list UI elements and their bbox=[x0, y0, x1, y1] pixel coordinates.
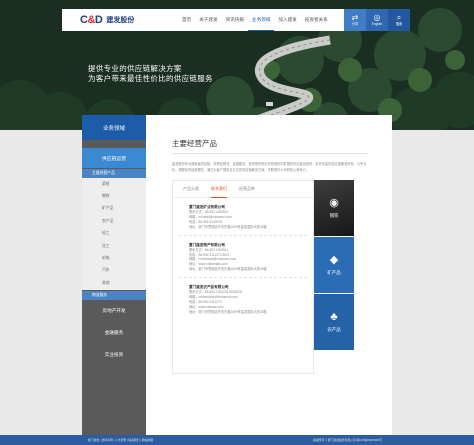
main-content: 主要经营产品 建发股份作为国家级供应链、商贸及物流、金融服务、投资等多种业务领域… bbox=[172, 138, 372, 173]
sidebar-item-supply-chain[interactable]: 供应链运营 bbox=[82, 148, 146, 168]
category-label: 矿产品 bbox=[327, 270, 341, 275]
share-icon: ⇄ bbox=[351, 13, 359, 22]
tab-bar: 产品分类 联系我们 经营品种 bbox=[173, 181, 313, 198]
company-address: 地址：厦门市思明区环岛东路1699号建发国际大厦25楼 bbox=[189, 309, 267, 314]
main-nav: 首页 关于建发 资讯快报 业务领域 加入建发 投资者关系 bbox=[178, 9, 332, 31]
share-label: 分享 bbox=[351, 22, 359, 26]
nav-item-investors[interactable]: 投资者关系 bbox=[301, 9, 332, 31]
sidebar-product-list: 浆纸 钢铁 矿产品 农产品 轻工 化工 机电 汽车 其他 bbox=[82, 178, 146, 290]
sidebar-item-real-estate[interactable]: 房地产开发 bbox=[82, 300, 146, 322]
tab-product-category[interactable]: 产品分类 bbox=[183, 181, 199, 197]
company-address: 地址：厦门市思明区环岛东路1699号建发国际大厦26楼 bbox=[189, 267, 267, 272]
logo-mark: C&D bbox=[80, 14, 103, 26]
nav-item-about[interactable]: 关于建发 bbox=[195, 9, 221, 31]
category-agriculture[interactable]: ♣ 农产品 bbox=[314, 294, 354, 350]
list-item: 厦门建发物产有限公司 联系方式：86-592-2263911 传真：86-592… bbox=[179, 236, 307, 279]
hero-slogan-line-1: 提供专业的供应链解决方案 bbox=[88, 64, 182, 73]
footer: 厦门建发 | 法律声明 | 人才招聘 | 联系我们 | 网站地图 版权所有 © … bbox=[0, 435, 474, 445]
top-nav-bar: C&D 建发股份 首页 关于建发 资讯快报 业务领域 加入建发 投资者关系 ⇄ … bbox=[62, 9, 410, 31]
category-label: 钢铁 bbox=[329, 213, 339, 218]
intro-text: 建发股份作为国家级供应链、商贸及物流、金融服务、投资等多种业务领域协同发展的供应… bbox=[172, 162, 367, 172]
sidebar-item-product[interactable]: 矿产品 bbox=[82, 203, 146, 215]
page-title: 主要经营产品 bbox=[172, 139, 217, 148]
category-mineral[interactable]: ◆ 矿产品 bbox=[314, 237, 354, 293]
footer-copyright: 版权所有 © 厦门建发股份有限公司 闽ICP备05000383号 bbox=[312, 438, 382, 442]
language-label: English bbox=[371, 22, 383, 26]
search-label: 搜索 bbox=[395, 22, 403, 26]
sidebar-item-product[interactable]: 浆纸 bbox=[82, 178, 146, 190]
nav-item-home[interactable]: 首页 bbox=[178, 9, 195, 31]
sidebar-item-product[interactable]: 其他 bbox=[82, 277, 146, 289]
category-label: 农产品 bbox=[327, 327, 341, 332]
search-button[interactable]: ⌕ 搜索 bbox=[388, 9, 410, 31]
sidebar-item-product[interactable]: 汽车 bbox=[82, 265, 146, 277]
header-tools: ⇄ 分享 ◎ English ⌕ 搜索 bbox=[344, 9, 410, 31]
category-steel[interactable]: ◉ 钢铁 bbox=[314, 180, 354, 236]
search-icon: ⌕ bbox=[396, 13, 402, 22]
sidebar-item-main-products[interactable]: 主要经营产品 bbox=[82, 169, 146, 178]
language-button[interactable]: ◎ English bbox=[366, 9, 388, 31]
contact-list: 产品分类 联系我们 经营品种 厦门建发矿业有限公司 联系方式：86-592-22… bbox=[172, 180, 314, 374]
sidebar-title: 业务领域 bbox=[82, 115, 146, 140]
list-item: 厦门建发农产品有限公司 联系方式：86-592-2263223,2624528 … bbox=[179, 278, 307, 320]
nav-item-news[interactable]: 资讯快报 bbox=[222, 9, 248, 31]
sidebar-item-product[interactable]: 化工 bbox=[82, 240, 146, 252]
footer-links[interactable]: 厦门建发 | 法律声明 | 人才招聘 | 联系我们 | 网站地图 bbox=[88, 438, 153, 442]
nav-item-business[interactable]: 业务领域 bbox=[247, 9, 275, 31]
sidebar-item-product[interactable]: 机电 bbox=[82, 252, 146, 264]
category-tiles: ◉ 钢铁 ◆ 矿产品 ♣ 农产品 bbox=[314, 180, 354, 350]
hero-slogan: 提供专业的供应链解决方案 为客户带来最佳性价比的供应链服务 bbox=[88, 64, 213, 84]
title-divider bbox=[172, 153, 368, 154]
list-item: 厦门建发矿业有限公司 联系方式：86-592-2263919 邮箱：minera… bbox=[179, 198, 307, 236]
sidebar: 业务领域 供应链运营 主要经营产品 浆纸 钢铁 矿产品 农产品 轻工 化工 机电… bbox=[82, 115, 146, 435]
wheat-icon: ♣ bbox=[330, 311, 338, 323]
share-button[interactable]: ⇄ 分享 bbox=[344, 9, 366, 31]
logo[interactable]: C&D 建发股份 bbox=[62, 14, 178, 26]
nav-item-careers[interactable]: 加入建发 bbox=[274, 9, 300, 31]
mineral-icon: ◆ bbox=[329, 254, 339, 266]
tab-varieties[interactable]: 经营品种 bbox=[239, 181, 255, 197]
company-address: 地址：厦门市思明区环岛东路1699号建发国际大厦25楼 bbox=[189, 224, 267, 229]
sidebar-item-finance[interactable]: 金融服务 bbox=[82, 322, 146, 344]
sidebar-item-investment[interactable]: 实业投资 bbox=[82, 344, 146, 366]
globe-icon: ◎ bbox=[373, 13, 381, 22]
hero-banner: C&D 建发股份 首页 关于建发 资讯快报 业务领域 加入建发 投资者关系 ⇄ … bbox=[0, 0, 474, 130]
tab-contact[interactable]: 联系我们 bbox=[211, 181, 227, 198]
sidebar-item-product[interactable]: 农产品 bbox=[82, 215, 146, 227]
steel-coil-icon: ◉ bbox=[329, 197, 339, 209]
sidebar-item-product[interactable]: 钢铁 bbox=[82, 190, 146, 202]
brand-name: 建发股份 bbox=[106, 17, 135, 24]
hero-slogan-line-2: 为客户带来最佳性价比的供应链服务 bbox=[88, 74, 213, 83]
sidebar-item-logistics[interactable]: 物流服务 bbox=[82, 290, 146, 300]
sidebar-item-product[interactable]: 轻工 bbox=[82, 228, 146, 240]
